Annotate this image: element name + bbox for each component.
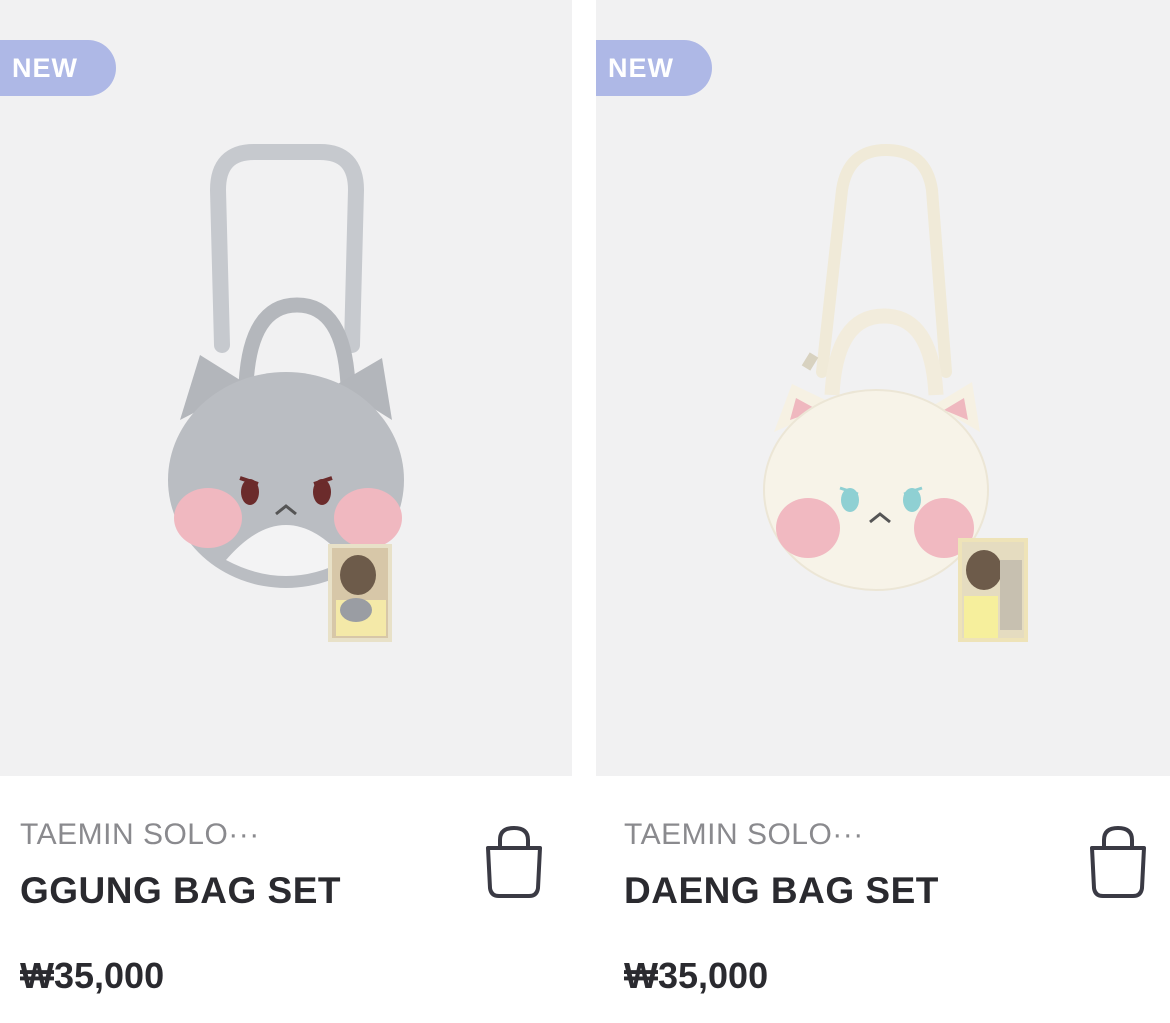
add-to-cart-button[interactable] bbox=[1086, 822, 1150, 902]
product-price: ₩35,000 bbox=[624, 955, 769, 996]
product-card-ggung[interactable]: NEW TAEMIN SOLO··· GGUNG BAG SET ₩35,000 bbox=[0, 0, 576, 1023]
product-name[interactable]: DAENG BAG SET bbox=[624, 870, 939, 912]
product-card-daeng[interactable]: NEW TAEMIN SOLO··· DAENG BAG SET ₩35,000 bbox=[596, 0, 1170, 1023]
shopping-bag-icon bbox=[1090, 825, 1146, 898]
add-to-cart-button[interactable] bbox=[482, 822, 546, 902]
product-thumbnail[interactable]: NEW bbox=[0, 0, 572, 776]
artist-name: TAEMIN SOLO··· bbox=[624, 818, 864, 851]
artist-name: TAEMIN SOLO··· bbox=[20, 818, 260, 851]
product-name[interactable]: GGUNG BAG SET bbox=[20, 870, 341, 912]
shopping-bag-icon bbox=[486, 825, 542, 898]
gray-cat-bag-image bbox=[168, 144, 404, 642]
product-price: ₩35,000 bbox=[20, 955, 165, 996]
new-badge: NEW bbox=[0, 40, 116, 96]
new-badge: NEW bbox=[596, 40, 712, 96]
product-thumbnail[interactable]: NEW bbox=[596, 0, 1170, 776]
cream-cat-bag-image bbox=[763, 143, 1028, 642]
